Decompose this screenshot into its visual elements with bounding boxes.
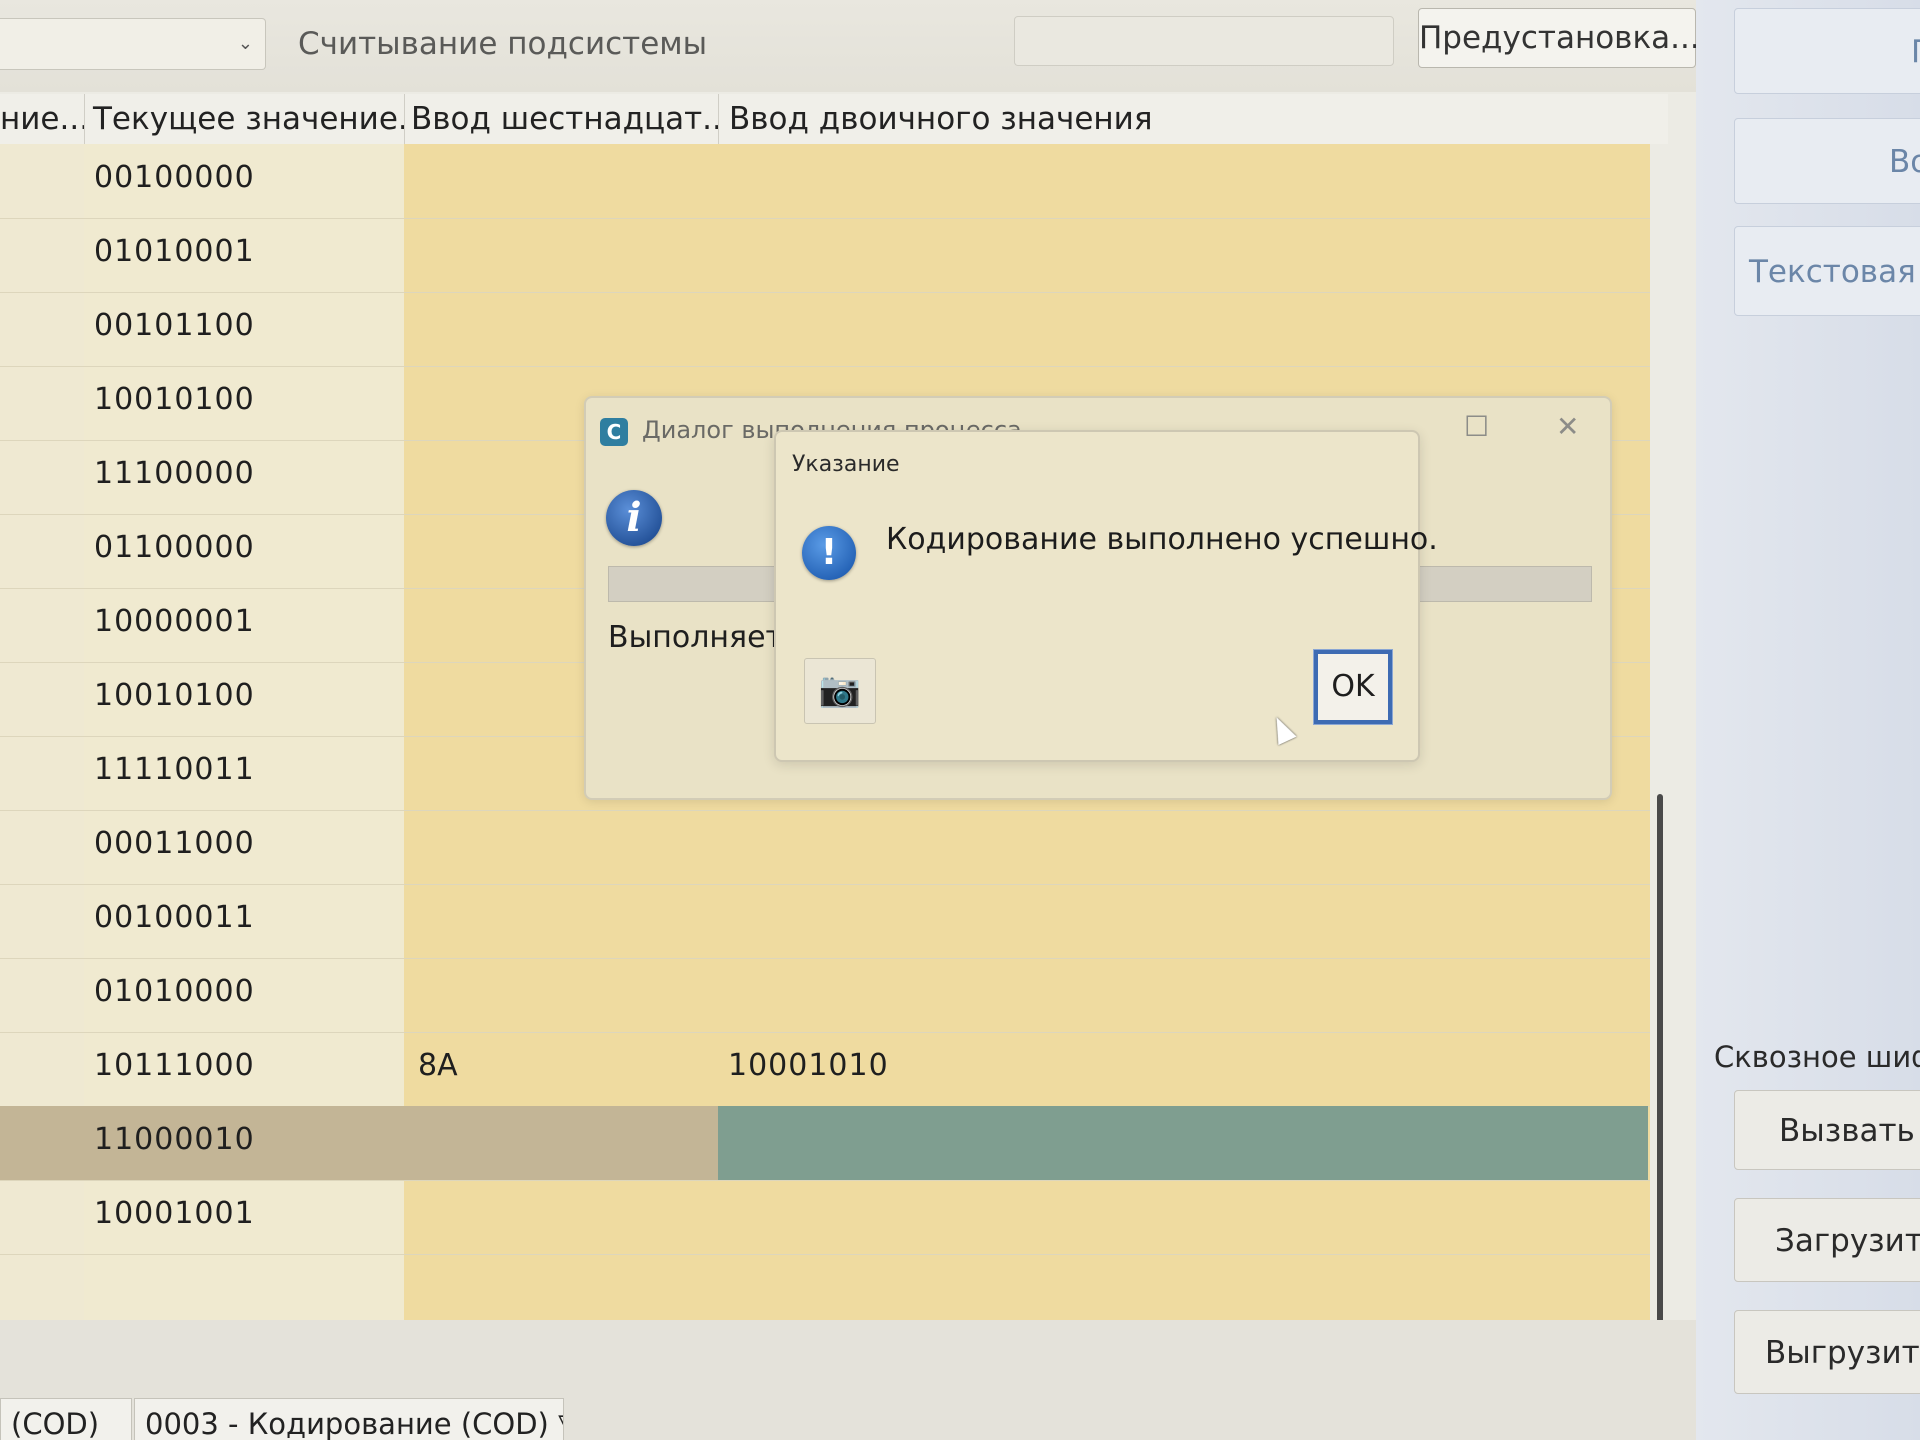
hex-input-cell[interactable]: 8A (418, 1048, 458, 1083)
table-row-selected[interactable]: 11000010 (0, 1106, 1650, 1181)
call-button[interactable]: Вызвать ма (1734, 1090, 1920, 1170)
text-coding-button[interactable]: Текстовая к (1734, 226, 1920, 316)
close-icon[interactable]: ✕ (1556, 410, 1579, 443)
table-row[interactable]: 01010001 (0, 218, 1650, 293)
message-box: Указание ! Кодирование выполнено успешно… (774, 430, 1438, 762)
top-toolbar: ⌄ Считывание подсистемы Предустановка... (0, 0, 1920, 92)
exclamation-icon: ! (802, 526, 856, 580)
current-value-cell: 01010000 (94, 974, 255, 1009)
unload-button[interactable]: Выгрузить м (1734, 1310, 1920, 1394)
tab-cod[interactable]: (COD) (0, 1398, 132, 1440)
right-action-button-1[interactable]: Пр (1734, 8, 1920, 94)
current-value-cell: 01010001 (94, 234, 255, 269)
tab-coding-0003[interactable]: 0003 - Кодирование (COD) ▽ (134, 1398, 564, 1440)
maximize-icon[interactable]: ☐ (1464, 410, 1489, 443)
current-value-cell: 00100000 (94, 160, 255, 195)
table-row[interactable]: 10001001 (0, 1180, 1650, 1255)
header-name[interactable]: ние... (0, 94, 84, 144)
current-value-cell: 10001001 (94, 1196, 255, 1231)
header-hex-input[interactable]: Ввод шестнадцат... (404, 94, 718, 144)
selected-cell-highlight (718, 1106, 1648, 1180)
current-value-cell: 11000010 (94, 1122, 255, 1157)
pass-through-heading: Сквозное шиф (1714, 1040, 1920, 1074)
current-value-cell: 11110011 (94, 752, 255, 787)
table-row[interactable]: 00100000 (0, 144, 1650, 219)
load-button[interactable]: Загрузить м (1734, 1198, 1920, 1282)
ok-button[interactable]: OK (1313, 649, 1393, 725)
current-value-cell: 11100000 (94, 456, 255, 491)
camera-icon: 📷 (818, 670, 862, 710)
message-box-title: Указание (792, 452, 900, 477)
subsystem-read-label: Считывание подсистемы (298, 26, 708, 62)
vertical-scrollbar[interactable] (1657, 794, 1663, 1354)
chevron-down-icon[interactable]: ⌄ (238, 33, 253, 54)
table-row[interactable]: 00011000 (0, 810, 1650, 885)
current-value-cell: 10000001 (94, 604, 255, 639)
process-status: Выполняетс (608, 620, 800, 655)
table-row[interactable]: 01010000 (0, 958, 1650, 1033)
binary-input-cell[interactable]: 10001010 (728, 1048, 889, 1083)
app-icon: C (600, 418, 628, 446)
current-value-cell: 00100011 (94, 900, 255, 935)
current-value-cell: 10111000 (94, 1048, 255, 1083)
current-value-cell: 00101100 (94, 308, 255, 343)
current-value-cell: 10010100 (94, 382, 255, 417)
table-row[interactable]: 00100011 (0, 884, 1650, 959)
right-panel: Пр Восс Текстовая к Сквозное шиф Вызвать… (1696, 0, 1920, 1440)
table-row[interactable]: 10111000 8A 10001010 (0, 1032, 1650, 1107)
current-value-cell: 10010100 (94, 678, 255, 713)
info-icon: i (606, 490, 662, 546)
preset-button[interactable]: Предустановка... (1418, 8, 1700, 68)
device-select[interactable]: ⌄ (0, 18, 266, 70)
subsystem-select[interactable] (1014, 16, 1394, 66)
screenshot-button[interactable]: 📷 (804, 658, 876, 724)
table-row[interactable]: 00101100 (0, 292, 1650, 367)
current-value-cell: 01100000 (94, 530, 255, 565)
restore-button[interactable]: Восс (1734, 118, 1920, 204)
header-binary-input[interactable]: Ввод двоичного значения (718, 94, 1668, 144)
message-text: Кодирование выполнено успешно. (886, 522, 1438, 557)
current-value-cell: 00011000 (94, 826, 255, 861)
header-current-value[interactable]: Текущее значение... (84, 94, 404, 144)
